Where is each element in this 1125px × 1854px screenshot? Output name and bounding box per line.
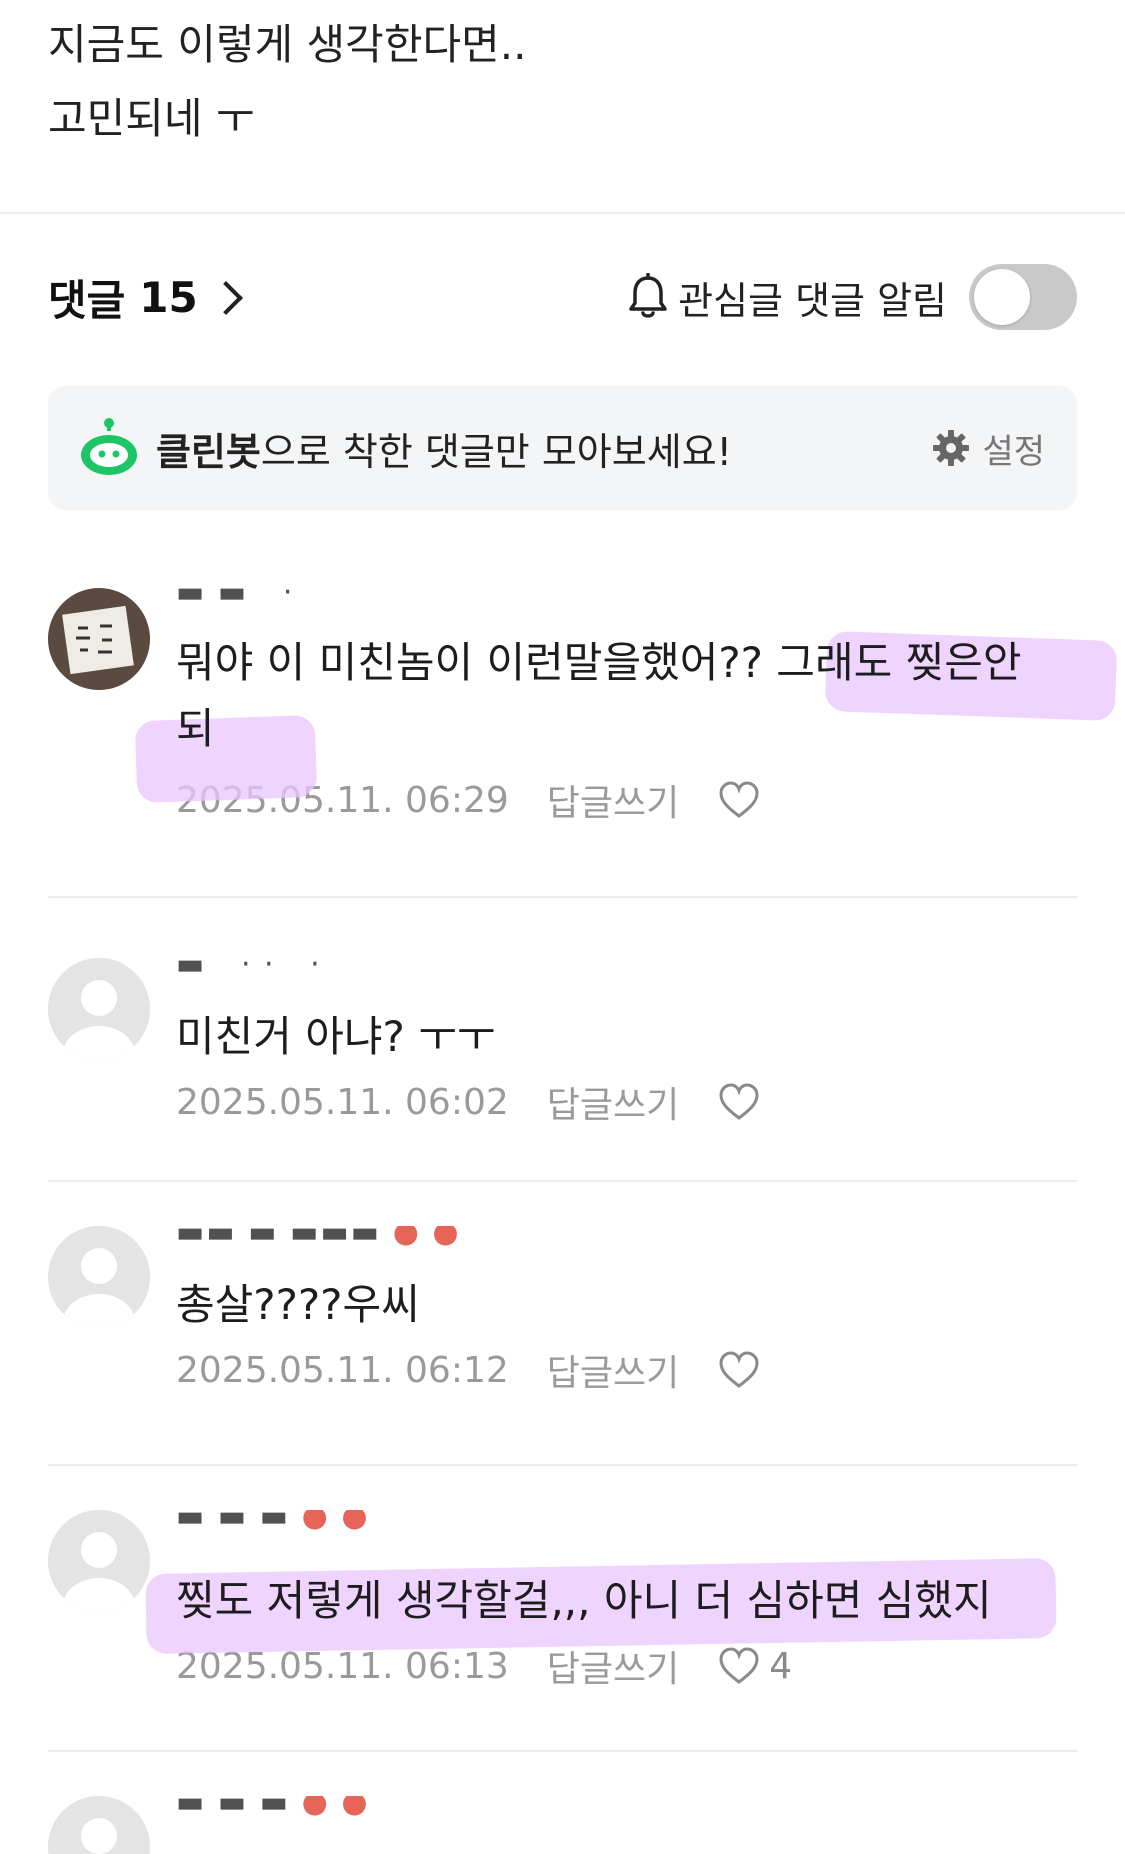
- comment-text-line: 되: [176, 704, 215, 753]
- reply-button[interactable]: 답글쓰기: [547, 1344, 679, 1396]
- comments-title: 댓글: [48, 275, 126, 325]
- default-avatar-icon: [48, 1796, 150, 1854]
- cleanbot-robot-icon: [81, 418, 137, 475]
- avatar[interactable]: [48, 1510, 150, 1612]
- nickname-redacted[interactable]: ▬▬ ▬ ▬▬▬ ● ●: [176, 1226, 1077, 1252]
- post-body: 지금도 이렇게 생각한다면.. 고민되네 ㅜ: [48, 8, 1085, 156]
- comment-text-line: 미친거 아냐? ㅜㅜ: [176, 1012, 496, 1061]
- settings-label: 설정: [982, 431, 1045, 472]
- comment-item: ▬▬ ▬ ▬▬▬ ● ● 총살????우씨 2025.05.11. 06:12 …: [48, 1226, 1077, 1446]
- reply-button[interactable]: 답글쓰기: [547, 1640, 679, 1692]
- cleanbot-settings-button[interactable]: 설정: [932, 424, 1045, 473]
- comment-meta: 2025.05.11. 06:02 답글쓰기: [176, 1072, 1077, 1132]
- default-avatar-icon: [48, 1510, 150, 1612]
- cleanbot-banner[interactable]: 클린봇으로 착한 댓글만 모아보세요! 설정: [48, 386, 1077, 510]
- comments-link[interactable]: 댓글 15: [48, 267, 243, 328]
- avatar[interactable]: [48, 1796, 150, 1854]
- post-line: 지금도 이렇게 생각한다면..: [48, 20, 527, 69]
- comments-count: 15: [139, 272, 198, 322]
- section-divider: [0, 212, 1125, 214]
- heart-icon[interactable]: [717, 1646, 761, 1686]
- default-avatar-icon: [48, 958, 150, 1060]
- nickname-redacted[interactable]: ▬ ▬ ▬ ● ●: [176, 1796, 1077, 1822]
- gear-icon: [933, 430, 970, 466]
- heart-icon[interactable]: [717, 780, 761, 820]
- like-count: 4: [769, 1645, 793, 1687]
- post-line: 고민되네 ㅜ: [48, 94, 255, 143]
- comment-text-line: 뭐야 이 미친놈이 이런말을했어?? 그래도 찢은안: [176, 638, 1022, 687]
- comment-item: ▬ · · · 미친거 아냐? ㅜㅜ 2025.05.11. 06:02 답글쓰…: [48, 958, 1077, 1178]
- comment-text: 뭐야 이 미친놈이 이런말을했어?? 그래도 찢은안 되: [176, 630, 1077, 762]
- chevron-right-icon: [208, 281, 243, 315]
- comment-item: ▬ ▬ ▬ ● ●: [48, 1796, 1077, 1854]
- avatar-image: [48, 588, 150, 690]
- comment-meta: 2025.05.11. 06:12 답글쓰기: [176, 1340, 1077, 1400]
- comment-date: 2025.05.11. 06:02: [176, 1081, 509, 1123]
- comment-item: ▬ ▬ ▬ ● ● 찢도 저렇게 생각할걸,,, 아니 더 심하면 심했지 20…: [48, 1510, 1077, 1730]
- comment-date: 2025.05.11. 06:12: [176, 1349, 509, 1391]
- comment-divider: [48, 1464, 1077, 1466]
- comment-alert: 관심글 댓글 알림: [626, 264, 1077, 330]
- reply-button[interactable]: 답글쓰기: [547, 1076, 679, 1128]
- comment-divider: [48, 1750, 1077, 1752]
- cleanbot-brand: 클린봇: [156, 429, 261, 474]
- heart-icon[interactable]: [717, 1082, 761, 1122]
- comment-header: 댓글 15 관심글 댓글 알림: [48, 262, 1077, 332]
- alert-label: 관심글 댓글 알림: [678, 278, 947, 323]
- heart-icon[interactable]: [717, 1350, 761, 1390]
- bell-icon: [629, 273, 667, 318]
- comment-text: 총살????우씨: [176, 1272, 1077, 1338]
- nickname-redacted[interactable]: ▬ · · ·: [176, 958, 1077, 984]
- comment-text-line: 찢도 저렇게 생각할걸,,, 아니 더 심하면 심했지: [176, 1576, 992, 1625]
- cleanbot-message-text: 으로 착한 댓글만 모아보세요!: [260, 429, 732, 474]
- cleanbot-message: 클린봇으로 착한 댓글만 모아보세요!: [156, 421, 732, 476]
- comment-text: 미친거 아냐? ㅜㅜ: [176, 1004, 1077, 1070]
- toggle-knob: [974, 269, 1030, 325]
- comment-divider: [48, 896, 1077, 898]
- avatar[interactable]: [48, 958, 150, 1060]
- avatar[interactable]: [48, 588, 150, 690]
- reply-button[interactable]: 답글쓰기: [547, 774, 679, 826]
- nickname-redacted[interactable]: ▬ ▬ ·: [176, 586, 1077, 612]
- comment-divider: [48, 1180, 1077, 1182]
- nickname-redacted[interactable]: ▬ ▬ ▬ ● ●: [176, 1510, 1077, 1536]
- default-avatar-icon: [48, 1226, 150, 1328]
- alert-toggle[interactable]: [969, 264, 1077, 330]
- comment-item: ▬ ▬ · 뭐야 이 미친놈이 이런말을했어?? 그래도 찢은안 되 2025.…: [48, 586, 1118, 886]
- comment-text: 찢도 저렇게 생각할걸,,, 아니 더 심하면 심했지: [176, 1568, 1077, 1634]
- comment-text-line: 총살????우씨: [176, 1280, 420, 1329]
- cafe-article-page: 지금도 이렇게 생각한다면.. 고민되네 ㅜ 댓글 15 관심글 댓글 알림 클…: [0, 0, 1125, 1854]
- avatar[interactable]: [48, 1226, 150, 1328]
